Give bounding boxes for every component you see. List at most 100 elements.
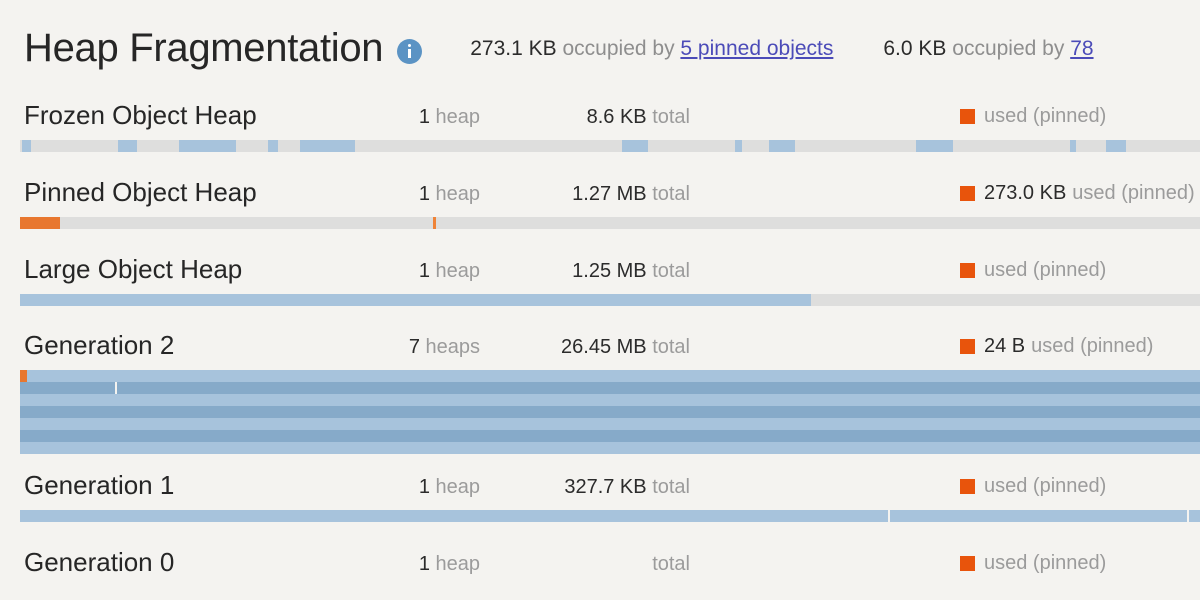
- heap-row-large-object-heap[interactable]: Large Object Heap 1 heap 1.25 MB total u…: [0, 250, 1200, 306]
- occupancy-strip-heap-0[interactable]: [20, 370, 1200, 382]
- row-bars[interactable]: [20, 217, 1200, 229]
- row-heap-count: 1 heap: [300, 107, 480, 127]
- info-icon[interactable]: [397, 38, 423, 64]
- heap-divider: [114, 382, 117, 394]
- bar-segment-allocated: [27, 370, 1200, 382]
- row-total-label: total: [652, 260, 690, 282]
- heap-row-generation-2[interactable]: Generation 2 7 heaps 26.45 MB total 24 B…: [0, 326, 1200, 454]
- row-legend-value: 273.0 KB: [984, 182, 1067, 204]
- row-heap-count: 1 heap: [300, 261, 480, 281]
- row-label: Pinned Object Heap: [24, 177, 257, 207]
- row-total-value: 1.27 MB: [572, 183, 647, 205]
- bar-segment-allocated: [117, 140, 137, 152]
- row-legend: used (pinned): [960, 553, 1106, 573]
- row-heap-count: 1 heap: [300, 554, 480, 574]
- heap-count-value: 1: [418, 553, 430, 575]
- row-bars[interactable]: [20, 510, 1200, 522]
- heap-divider: [1187, 510, 1190, 522]
- occupancy-strip-heap-3[interactable]: [20, 406, 1200, 418]
- bar-segment-allocated: [20, 510, 1200, 522]
- header-stat-text: occupied by: [952, 36, 1065, 60]
- heap-count-unit: heap: [435, 183, 481, 205]
- bar-segment-allocated: [20, 406, 1200, 418]
- heap-row-pinned-object-heap[interactable]: Pinned Object Heap 1 heap 1.27 MB total …: [0, 173, 1200, 229]
- row-legend-label: used (pinned): [984, 105, 1107, 127]
- row-legend-label: used (pinned): [1031, 335, 1154, 357]
- used-pinned-swatch-icon: [960, 262, 975, 278]
- pinned-objects-link-secondary[interactable]: 78: [1070, 37, 1093, 60]
- row-header: Pinned Object Heap 1 heap 1.27 MB total …: [0, 173, 1200, 217]
- row-bars[interactable]: [20, 370, 1200, 454]
- used-pinned-swatch-icon: [960, 338, 975, 354]
- row-legend: used (pinned): [960, 106, 1106, 126]
- row-legend-label: used (pinned): [984, 475, 1107, 497]
- heap-count-value: 7: [408, 336, 420, 358]
- heap-divider: [888, 510, 891, 522]
- row-total: 1.27 MB total: [490, 184, 690, 204]
- row-heap-count: 1 heap: [300, 477, 480, 497]
- row-total: 1.25 MB total: [490, 261, 690, 281]
- row-total-label: total: [652, 336, 690, 358]
- bar-segment-allocated: [20, 418, 1200, 430]
- heap-count-value: 1: [418, 183, 430, 205]
- row-total: 327.7 KB total: [490, 477, 690, 497]
- occupancy-strip[interactable]: [20, 140, 1200, 152]
- row-legend: used (pinned): [960, 476, 1106, 496]
- occupancy-strip-heap-4[interactable]: [20, 418, 1200, 430]
- used-pinned-swatch-icon: [960, 478, 975, 494]
- bar-segment-allocated: [20, 294, 811, 306]
- heap-row-generation-1[interactable]: Generation 1 1 heap 327.7 KB total used …: [0, 466, 1200, 522]
- occupancy-strip-heap-5[interactable]: [20, 430, 1200, 442]
- page-title: Heap Fragmentation: [24, 26, 384, 70]
- bar-segment-allocated: [267, 140, 279, 152]
- bar-segment-allocated: [179, 140, 236, 152]
- row-legend-value: 24 B: [984, 335, 1026, 357]
- row-bars[interactable]: [20, 140, 1200, 152]
- occupancy-strip-heap-1[interactable]: [20, 382, 1200, 394]
- row-total-value: 327.7 KB: [564, 476, 647, 498]
- row-label: Generation 2: [24, 330, 175, 360]
- bar-segment-allocated: [1070, 140, 1077, 152]
- occupancy-strip[interactable]: [20, 217, 1200, 229]
- heap-count-unit: heaps: [425, 336, 481, 358]
- row-header: Generation 2 7 heaps 26.45 MB total 24 B…: [0, 326, 1200, 370]
- bar-segment-allocated: [22, 140, 31, 152]
- header-stat-text: occupied by: [562, 36, 675, 60]
- occupancy-strip[interactable]: [20, 294, 1200, 306]
- row-total-label: total: [652, 553, 690, 575]
- row-header: Frozen Object Heap 1 heap 8.6 KB total u…: [0, 96, 1200, 140]
- row-bars[interactable]: [20, 294, 1200, 306]
- row-legend: 273.0 KB used (pinned): [960, 183, 1195, 203]
- row-total: total: [490, 554, 690, 574]
- bar-segment-allocated: [735, 140, 743, 152]
- row-legend-label: used (pinned): [984, 259, 1107, 281]
- header-stat-value: 6.0 KB: [883, 36, 947, 60]
- bar-segment-allocated: [20, 430, 1200, 442]
- bar-segment-allocated: [20, 382, 1200, 394]
- row-total: 8.6 KB total: [490, 107, 690, 127]
- row-legend: used (pinned): [960, 260, 1106, 280]
- header-stat-value: 273.1 KB: [470, 36, 557, 60]
- header-stat-pinned-objects-secondary: 6.0 KB occupied by 78: [883, 38, 1093, 59]
- occupancy-strip-heap-2[interactable]: [20, 394, 1200, 406]
- bar-segment-allocated: [1105, 140, 1126, 152]
- occupancy-strip-heap-6[interactable]: [20, 442, 1200, 454]
- heap-count-value: 1: [418, 476, 430, 498]
- bar-segment-used-pinned: [20, 370, 28, 382]
- row-heap-count: 1 heap: [300, 184, 480, 204]
- row-total-value: 26.45 MB: [561, 336, 647, 358]
- row-label: Generation 0: [24, 547, 175, 577]
- header-stats: 273.1 KB occupied by 5 pinned objects 6.…: [470, 38, 1093, 59]
- pinned-objects-link[interactable]: 5 pinned objects: [680, 37, 833, 60]
- heap-count-value: 1: [418, 260, 430, 282]
- occupancy-strip[interactable]: [20, 510, 1200, 522]
- bar-segment-allocated: [621, 140, 648, 152]
- heap-count-value: 1: [418, 106, 430, 128]
- row-total-value: 1.25 MB: [572, 260, 647, 282]
- row-legend-label: used (pinned): [984, 552, 1107, 574]
- heap-fragmentation-panel: Heap Fragmentation 273.1 KB occupied by …: [0, 0, 1200, 600]
- heap-row-generation-0[interactable]: Generation 0 1 heap total used (pinned): [0, 543, 1200, 587]
- bar-segment-allocated: [769, 140, 796, 152]
- heap-row-frozen-object-heap[interactable]: Frozen Object Heap 1 heap 8.6 KB total u…: [0, 96, 1200, 152]
- row-header: Generation 0 1 heap total used (pinned): [0, 543, 1200, 587]
